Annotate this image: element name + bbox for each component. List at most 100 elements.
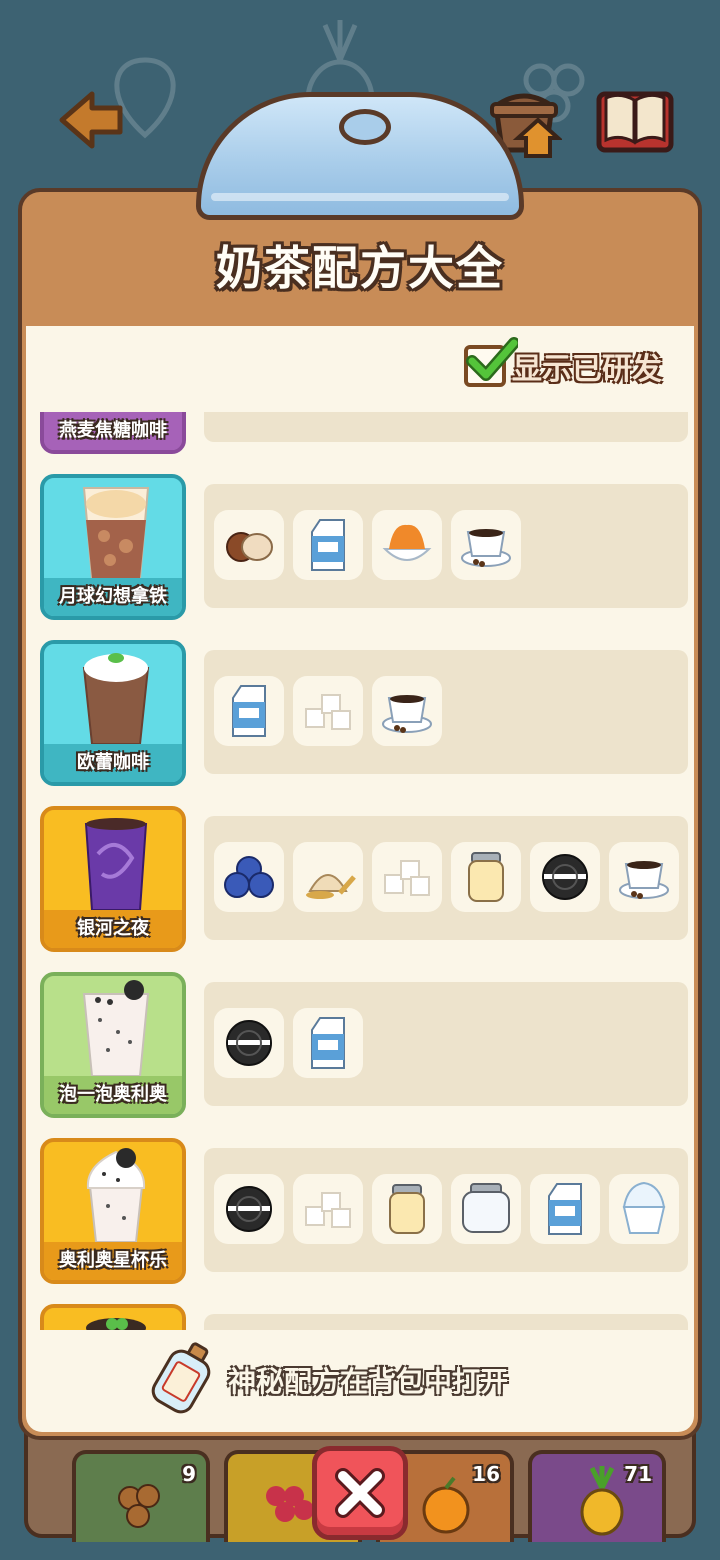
page-title: 奶茶配方大全: [216, 241, 504, 295]
oreo-cookie-icon: [226, 1186, 272, 1232]
recipe-row[interactable]: 燕麦焦糖咖啡: [26, 412, 694, 458]
cafe-au-lait-drink-icon: [82, 653, 150, 745]
recipe-name: 月球幻想拿铁: [44, 578, 182, 616]
coffee-cup-icon: [382, 695, 432, 733]
recipe-card[interactable]: [40, 1304, 186, 1330]
ingredient-slot: [293, 676, 363, 746]
pineapple-icon: [580, 1466, 624, 1536]
recipe-paper: 显示已研发 燕麦焦糖咖啡 月球幻想拿铁 欧蕾咖啡 银河之夜 泡一泡奥利奥 奥利奥…: [26, 326, 694, 1432]
ingredient-slot: [214, 1174, 284, 1244]
recipe-card[interactable]: 燕麦焦糖咖啡: [40, 412, 186, 454]
recipe-card[interactable]: 月球幻想拿铁: [40, 474, 186, 620]
ingredient-panel: [204, 1314, 688, 1330]
recipe-name: 泡一泡奥利奥: [44, 1076, 182, 1114]
ingredient-slot: [609, 1174, 679, 1244]
sugar-cubes-icon: [305, 1192, 351, 1228]
ingredient-slot: [609, 842, 679, 912]
ingredient-panel: [204, 484, 688, 608]
ingredient-slot: [451, 1174, 521, 1244]
hazelnut-icon: [226, 532, 273, 562]
ingredient-slot: [214, 1008, 284, 1078]
moon-latte-drink-icon: [82, 487, 150, 579]
recipe-row[interactable]: 银河之夜: [26, 806, 694, 956]
recipe-name: 银河之夜: [44, 910, 182, 948]
recipe-row[interactable]: 泡一泡奥利奥: [26, 972, 694, 1122]
ingredient-slot: [372, 676, 442, 746]
condensed-milk-jar-icon: [389, 1184, 425, 1234]
caramel-cream-icon: [382, 524, 432, 561]
ingredient-slot: [372, 510, 442, 580]
ingredient-panel: [204, 650, 688, 774]
oreo-sundae-drink-icon: [86, 1148, 146, 1243]
mystery-recipe-note: 神秘配方在背包中打开: [26, 1336, 694, 1426]
oreo-cookie-icon: [542, 854, 588, 900]
ingredient-slot: [451, 842, 521, 912]
ingredient-slot: [293, 1008, 363, 1078]
mystery-recipe-text: 神秘配方在背包中打开: [228, 1365, 509, 1398]
milk-carton-icon: [548, 1183, 582, 1235]
recipe-name: 奥利奥星杯乐: [44, 1242, 182, 1280]
oreo-cookie-icon: [226, 1020, 272, 1066]
recipe-row[interactable]: 欧蕾咖啡: [26, 640, 694, 790]
checkmark-icon: [466, 337, 518, 381]
milk-carton-icon: [311, 519, 345, 571]
recipe-name: 燕麦焦糖咖啡: [44, 412, 182, 450]
recipe-card[interactable]: 欧蕾咖啡: [40, 640, 186, 786]
recipe-list[interactable]: 燕麦焦糖咖啡 月球幻想拿铁 欧蕾咖啡 银河之夜 泡一泡奥利奥 奥利奥星杯乐: [26, 412, 694, 1330]
sugar-cubes-icon: [305, 694, 351, 730]
ingredient-slot: [293, 842, 363, 912]
coffee-cup-icon: [619, 861, 669, 899]
empty-jar-icon: [462, 1183, 510, 1233]
oat-flour-icon: [306, 874, 356, 899]
recipe-card[interactable]: 奥利奥星杯乐: [40, 1138, 186, 1284]
blueberry-icon: [224, 856, 274, 898]
show-developed-toggle[interactable]: 显示已研发: [464, 337, 662, 388]
coffee-cup-icon: [461, 529, 511, 567]
ingredient-slot: [451, 510, 521, 580]
ingredient-slot: [214, 676, 284, 746]
recipe-row[interactable]: 奥利奥星杯乐: [26, 1138, 694, 1288]
orange-icon: [422, 1476, 470, 1534]
ingredient-slot: [372, 842, 442, 912]
close-icon: [335, 1468, 385, 1518]
clip-hole: [339, 109, 391, 145]
sugar-cubes-icon: [384, 860, 430, 896]
clipboard-clip: [196, 92, 524, 220]
tray-slot-pineapple[interactable]: 71: [528, 1450, 666, 1542]
tray-slot-hazelnuts[interactable]: 9: [72, 1450, 210, 1542]
ingredient-panel: [204, 816, 688, 940]
recipe-card[interactable]: 银河之夜: [40, 806, 186, 952]
ingredient-panel: [204, 1148, 688, 1272]
message-bottle-icon: [151, 1342, 211, 1414]
ingredient-slot: [530, 1174, 600, 1244]
ingredient-slot: [530, 842, 600, 912]
recipe-book-button[interactable]: [596, 88, 674, 154]
hazelnuts-icon: [118, 1484, 160, 1528]
show-developed-label: 显示已研发: [512, 352, 662, 387]
ingredient-slot: [293, 510, 363, 580]
close-button[interactable]: [312, 1446, 408, 1540]
recipe-card[interactable]: 泡一泡奥利奥: [40, 972, 186, 1118]
condensed-milk-jar-icon: [468, 852, 504, 902]
ingredient-slot: [214, 510, 284, 580]
slot-count: 9: [182, 1462, 196, 1486]
ingredient-slot: [293, 1174, 363, 1244]
galaxy-night-drink-icon: [84, 818, 148, 911]
ingredient-panel: [204, 412, 688, 442]
recipe-row[interactable]: 月球幻想拿铁: [26, 474, 694, 624]
ingredient-slot: [214, 842, 284, 912]
grapes-icon: [266, 1486, 314, 1522]
ingredient-slot: [372, 1174, 442, 1244]
oreo-bubble-drink-icon: [82, 980, 150, 1077]
recipe-row[interactable]: [26, 1304, 694, 1330]
milk-carton-icon: [232, 685, 266, 737]
milk-carton-icon: [311, 1017, 345, 1069]
ice-cream-cup-icon: [622, 1181, 666, 1234]
recipe-name: 欧蕾咖啡: [44, 744, 182, 782]
show-developed-checkbox[interactable]: [464, 337, 518, 387]
slot-count: 16: [472, 1462, 500, 1486]
slot-count: 71: [624, 1462, 652, 1486]
recipe-board: 奶茶配方大全 显示已研发 燕麦焦糖咖啡 月球幻想拿铁 欧蕾咖啡 银河之夜 泡一泡…: [18, 188, 702, 1440]
matcha-drink-icon: [86, 1318, 146, 1330]
back-arrow-button[interactable]: [58, 88, 124, 152]
